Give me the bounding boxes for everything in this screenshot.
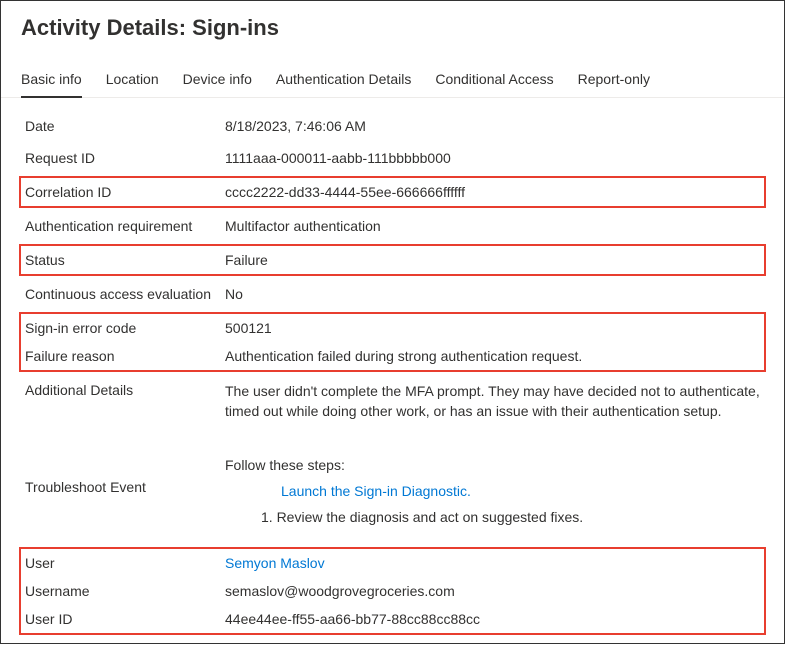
label-failure-reason: Failure reason xyxy=(25,348,225,364)
value-request-id: 1111aaa-000011-aabb-111bbbbb000 xyxy=(225,150,760,166)
value-correlation-id: cccc2222-dd33-4444-55ee-666666ffffff xyxy=(225,184,760,200)
details-panel: Date 8/18/2023, 7:46:06 AM Request ID 11… xyxy=(1,98,784,653)
row-auth-requirement: Authentication requirement Multifactor a… xyxy=(25,210,760,242)
label-username: Username xyxy=(25,583,225,599)
row-failure-reason: Failure reason Authentication failed dur… xyxy=(25,342,760,370)
highlight-status: Status Failure xyxy=(19,244,766,276)
label-user: User xyxy=(25,555,225,571)
value-user-link[interactable]: Semyon Maslov xyxy=(225,555,325,571)
row-correlation-id: Correlation ID cccc2222-dd33-4444-55ee-6… xyxy=(25,178,760,206)
highlight-correlation-id: Correlation ID cccc2222-dd33-4444-55ee-6… xyxy=(19,176,766,208)
row-status: Status Failure xyxy=(25,246,760,274)
troubleshoot-step-1: 1. Review the diagnosis and act on sugge… xyxy=(225,509,760,525)
label-additional-details: Additional Details xyxy=(25,382,225,398)
row-date: Date 8/18/2023, 7:46:06 AM xyxy=(25,110,760,142)
value-auth-requirement: Multifactor authentication xyxy=(225,218,760,234)
row-user-id: User ID 44ee44ee-ff55-aa66-bb77-88cc88cc… xyxy=(25,605,760,633)
row-cae: Continuous access evaluation No xyxy=(25,278,760,310)
row-additional-details: Additional Details The user didn't compl… xyxy=(25,374,760,429)
label-correlation-id: Correlation ID xyxy=(25,184,225,200)
value-date: 8/18/2023, 7:46:06 AM xyxy=(225,118,760,134)
row-error-code: Sign-in error code 500121 xyxy=(25,314,760,342)
tab-authentication-details[interactable]: Authentication Details xyxy=(276,63,411,97)
row-troubleshoot: Troubleshoot Event Follow these steps: L… xyxy=(25,429,760,533)
troubleshoot-intro: Follow these steps: xyxy=(225,457,760,473)
value-error-code: 500121 xyxy=(225,320,760,336)
label-request-id: Request ID xyxy=(25,150,225,166)
label-cae: Continuous access evaluation xyxy=(25,286,225,302)
row-user: User Semyon Maslov xyxy=(25,549,760,577)
tab-report-only[interactable]: Report-only xyxy=(578,63,650,97)
value-additional-details: The user didn't complete the MFA prompt.… xyxy=(225,382,760,421)
launch-diagnostic-link[interactable]: Launch the Sign-in Diagnostic. xyxy=(225,483,760,499)
highlight-error: Sign-in error code 500121 Failure reason… xyxy=(19,312,766,372)
value-troubleshoot: Follow these steps: Launch the Sign-in D… xyxy=(225,453,760,525)
tabs-bar: Basic info Location Device info Authenti… xyxy=(1,63,784,98)
page-title: Activity Details: Sign-ins xyxy=(1,1,784,63)
label-date: Date xyxy=(25,118,225,134)
highlight-user: User Semyon Maslov Username semaslov@woo… xyxy=(19,547,766,635)
label-auth-requirement: Authentication requirement xyxy=(25,218,225,234)
tab-conditional-access[interactable]: Conditional Access xyxy=(435,63,553,97)
tab-basic-info[interactable]: Basic info xyxy=(21,63,82,97)
label-status: Status xyxy=(25,252,225,268)
row-request-id: Request ID 1111aaa-000011-aabb-111bbbbb0… xyxy=(25,142,760,174)
tab-device-info[interactable]: Device info xyxy=(183,63,252,97)
tab-location[interactable]: Location xyxy=(106,63,159,97)
value-failure-reason: Authentication failed during strong auth… xyxy=(225,348,760,364)
label-error-code: Sign-in error code xyxy=(25,320,225,336)
row-username: Username semaslov@woodgrovegroceries.com xyxy=(25,577,760,605)
value-cae: No xyxy=(225,286,760,302)
value-username: semaslov@woodgrovegroceries.com xyxy=(225,583,760,599)
label-user-id: User ID xyxy=(25,611,225,627)
value-user-id: 44ee44ee-ff55-aa66-bb77-88cc88cc88cc xyxy=(225,611,760,627)
label-troubleshoot: Troubleshoot Event xyxy=(25,453,225,495)
value-status: Failure xyxy=(225,252,760,268)
